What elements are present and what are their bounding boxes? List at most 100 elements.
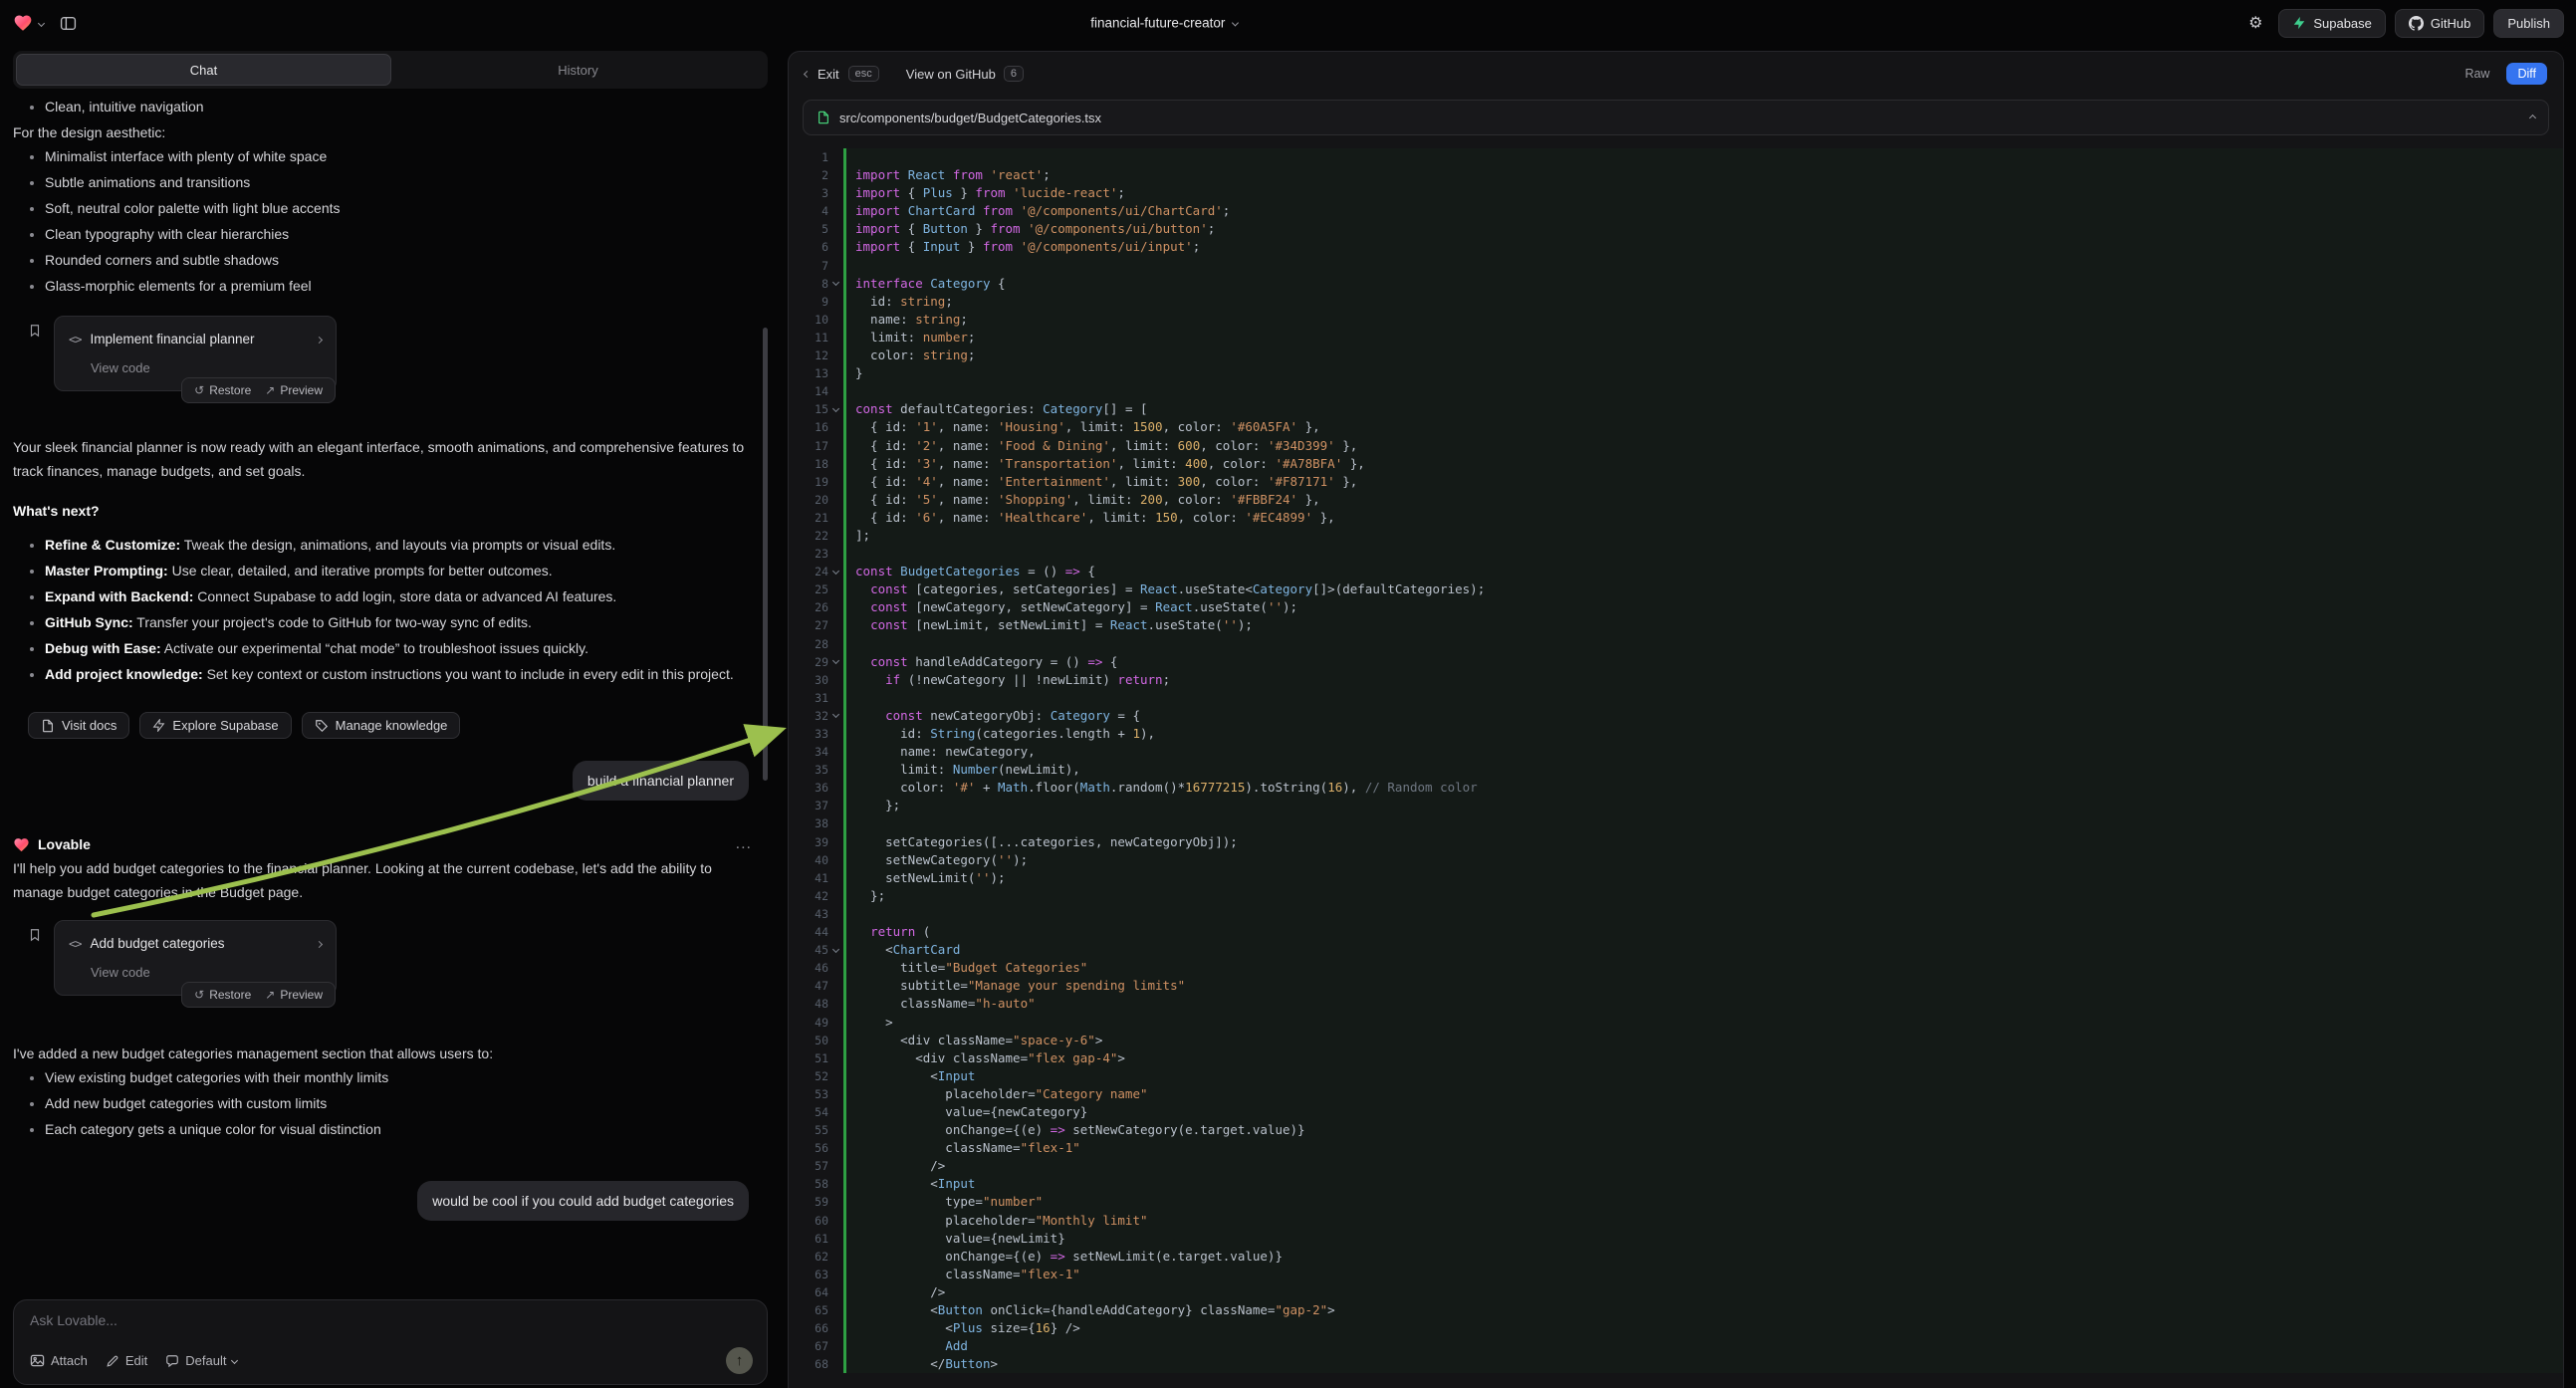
restore-button[interactable]: ↺Restore xyxy=(188,986,257,1004)
code-line: 18 { id: '3', name: 'Transportation', li… xyxy=(789,455,2563,473)
restore-button[interactable]: ↺Restore xyxy=(188,381,257,399)
code-line: 29 const handleAddCategory = () => { xyxy=(789,653,2563,671)
settings-button[interactable]: ⚙ xyxy=(2241,9,2269,37)
tab-chat[interactable]: Chat xyxy=(16,54,391,86)
code-text: import { Input } from '@/components/ui/i… xyxy=(843,238,2563,256)
preview-button[interactable]: ↗Preview xyxy=(259,986,329,1004)
code-text: const BudgetCategories = () => { xyxy=(843,563,2563,580)
file-header[interactable]: src/components/budget/BudgetCategories.t… xyxy=(803,100,2549,135)
code-line: 64 /> xyxy=(789,1283,2563,1301)
line-number: 24 xyxy=(789,563,828,580)
more-options-button[interactable]: ... xyxy=(736,835,752,853)
ready-text: Your sleek financial planner is now read… xyxy=(13,435,766,483)
line-number: 29 xyxy=(789,653,828,671)
tab-history[interactable]: History xyxy=(391,54,765,86)
raw-toggle[interactable]: Raw xyxy=(2457,63,2497,85)
chat-scrollbar[interactable] xyxy=(763,328,768,781)
fold-chevron-icon[interactable] xyxy=(828,400,843,418)
code-line: 43 xyxy=(789,905,2563,923)
chat-input[interactable]: Ask Lovable... xyxy=(30,1312,753,1347)
lovable-logo-menu[interactable] xyxy=(13,13,44,33)
code-text: setNewCategory(''); xyxy=(843,851,2563,869)
visit-docs-button[interactable]: Visit docs xyxy=(28,712,129,739)
code-line: 12 color: string; xyxy=(789,347,2563,364)
code-text: className="h-auto" xyxy=(843,995,2563,1013)
fold-chevron-icon[interactable] xyxy=(828,653,843,671)
code-line: 24 const BudgetCategories = () => { xyxy=(789,563,2563,580)
edit-card-implement-financial-planner[interactable]: <> Implement financial planner View code… xyxy=(54,316,337,391)
line-number: 16 xyxy=(789,418,828,436)
fold-slot xyxy=(828,671,843,689)
list-item: Each category gets a unique color for vi… xyxy=(45,1117,766,1141)
code-line: 25 const [categories, setCategories] = R… xyxy=(789,580,2563,598)
fold-slot xyxy=(828,1193,843,1211)
code-icon: <> xyxy=(69,932,81,956)
code-text: if (!newCategory || !newLimit) return; xyxy=(843,671,2563,689)
code-text: className="flex-1" xyxy=(843,1266,2563,1283)
manage-knowledge-label: Manage knowledge xyxy=(336,718,448,733)
code-line: 68 </Button> xyxy=(789,1355,2563,1373)
edit-mode-button[interactable]: Edit xyxy=(106,1353,147,1368)
fold-slot xyxy=(828,473,843,491)
code-line: 23 xyxy=(789,545,2563,563)
preview-button[interactable]: ↗Preview xyxy=(259,381,329,399)
bookmark-icon[interactable] xyxy=(28,928,42,942)
restore-icon: ↺ xyxy=(194,988,204,1002)
diff-toggle[interactable]: Diff xyxy=(2506,63,2547,85)
tag-icon xyxy=(315,719,329,733)
line-number: 44 xyxy=(789,923,828,941)
code-line: 17 { id: '2', name: 'Food & Dining', lim… xyxy=(789,437,2563,455)
send-button[interactable]: ↑ xyxy=(726,1347,753,1374)
fold-slot xyxy=(828,238,843,256)
github-badge: 6 xyxy=(1004,66,1024,82)
fold-slot xyxy=(828,923,843,941)
mode-select[interactable]: Default xyxy=(165,1353,237,1368)
code-line: 47 subtitle="Manage your spending limits… xyxy=(789,977,2563,995)
whats-next-heading: What's next? xyxy=(13,499,766,523)
fold-chevron-icon[interactable] xyxy=(828,707,843,725)
line-number: 53 xyxy=(789,1085,828,1103)
fold-slot xyxy=(828,257,843,275)
project-name-menu[interactable]: financial-future-creator xyxy=(1090,16,1238,31)
publish-button[interactable]: Publish xyxy=(2493,9,2564,38)
toggle-sidebar-button[interactable] xyxy=(54,9,82,37)
fold-slot xyxy=(828,1175,843,1193)
fold-chevron-icon[interactable] xyxy=(828,941,843,959)
restore-label: Restore xyxy=(209,383,251,397)
code-text: limit: Number(newLimit), xyxy=(843,761,2563,779)
line-number: 66 xyxy=(789,1319,828,1337)
card-toolbar: ↺Restore ↗Preview xyxy=(181,377,336,403)
fold-slot xyxy=(828,455,843,473)
line-number: 34 xyxy=(789,743,828,761)
code-text: <Input xyxy=(843,1175,2563,1193)
fold-slot xyxy=(828,220,843,238)
view-on-github-link[interactable]: View on GitHub 6 xyxy=(906,66,1024,82)
fold-slot xyxy=(828,382,843,400)
attach-button[interactable]: Attach xyxy=(30,1353,88,1368)
exit-button[interactable]: Exit xyxy=(805,67,839,82)
edit-card-add-budget-categories[interactable]: <> Add budget categories View code ↺Rest… xyxy=(54,920,337,996)
preview-icon: ↗ xyxy=(265,383,275,397)
manage-knowledge-button[interactable]: Manage knowledge xyxy=(302,712,461,739)
code-text: import ChartCard from '@/components/ui/C… xyxy=(843,202,2563,220)
line-number: 60 xyxy=(789,1212,828,1230)
line-number: 30 xyxy=(789,671,828,689)
code-line: 41 setNewLimit(''); xyxy=(789,869,2563,887)
supabase-button[interactable]: Supabase xyxy=(2278,9,2386,38)
image-attach-icon xyxy=(30,1353,45,1368)
explore-supabase-button[interactable]: Explore Supabase xyxy=(139,712,291,739)
view-on-github-label: View on GitHub xyxy=(906,67,996,82)
topbar: financial-future-creator ⚙ Supabase GitH… xyxy=(0,0,2576,46)
code-line: 38 xyxy=(789,814,2563,832)
fold-slot xyxy=(828,311,843,329)
code-line: 45 <ChartCard xyxy=(789,941,2563,959)
code-line: 2import React from 'react'; xyxy=(789,166,2563,184)
line-number: 54 xyxy=(789,1103,828,1121)
fold-chevron-icon[interactable] xyxy=(828,275,843,293)
bookmark-icon[interactable] xyxy=(28,324,42,338)
github-button[interactable]: GitHub xyxy=(2395,9,2484,38)
code-text: name: newCategory, xyxy=(843,743,2563,761)
supabase-icon xyxy=(152,719,165,732)
fold-chevron-icon[interactable] xyxy=(828,563,843,580)
code-text: return ( xyxy=(843,923,2563,941)
